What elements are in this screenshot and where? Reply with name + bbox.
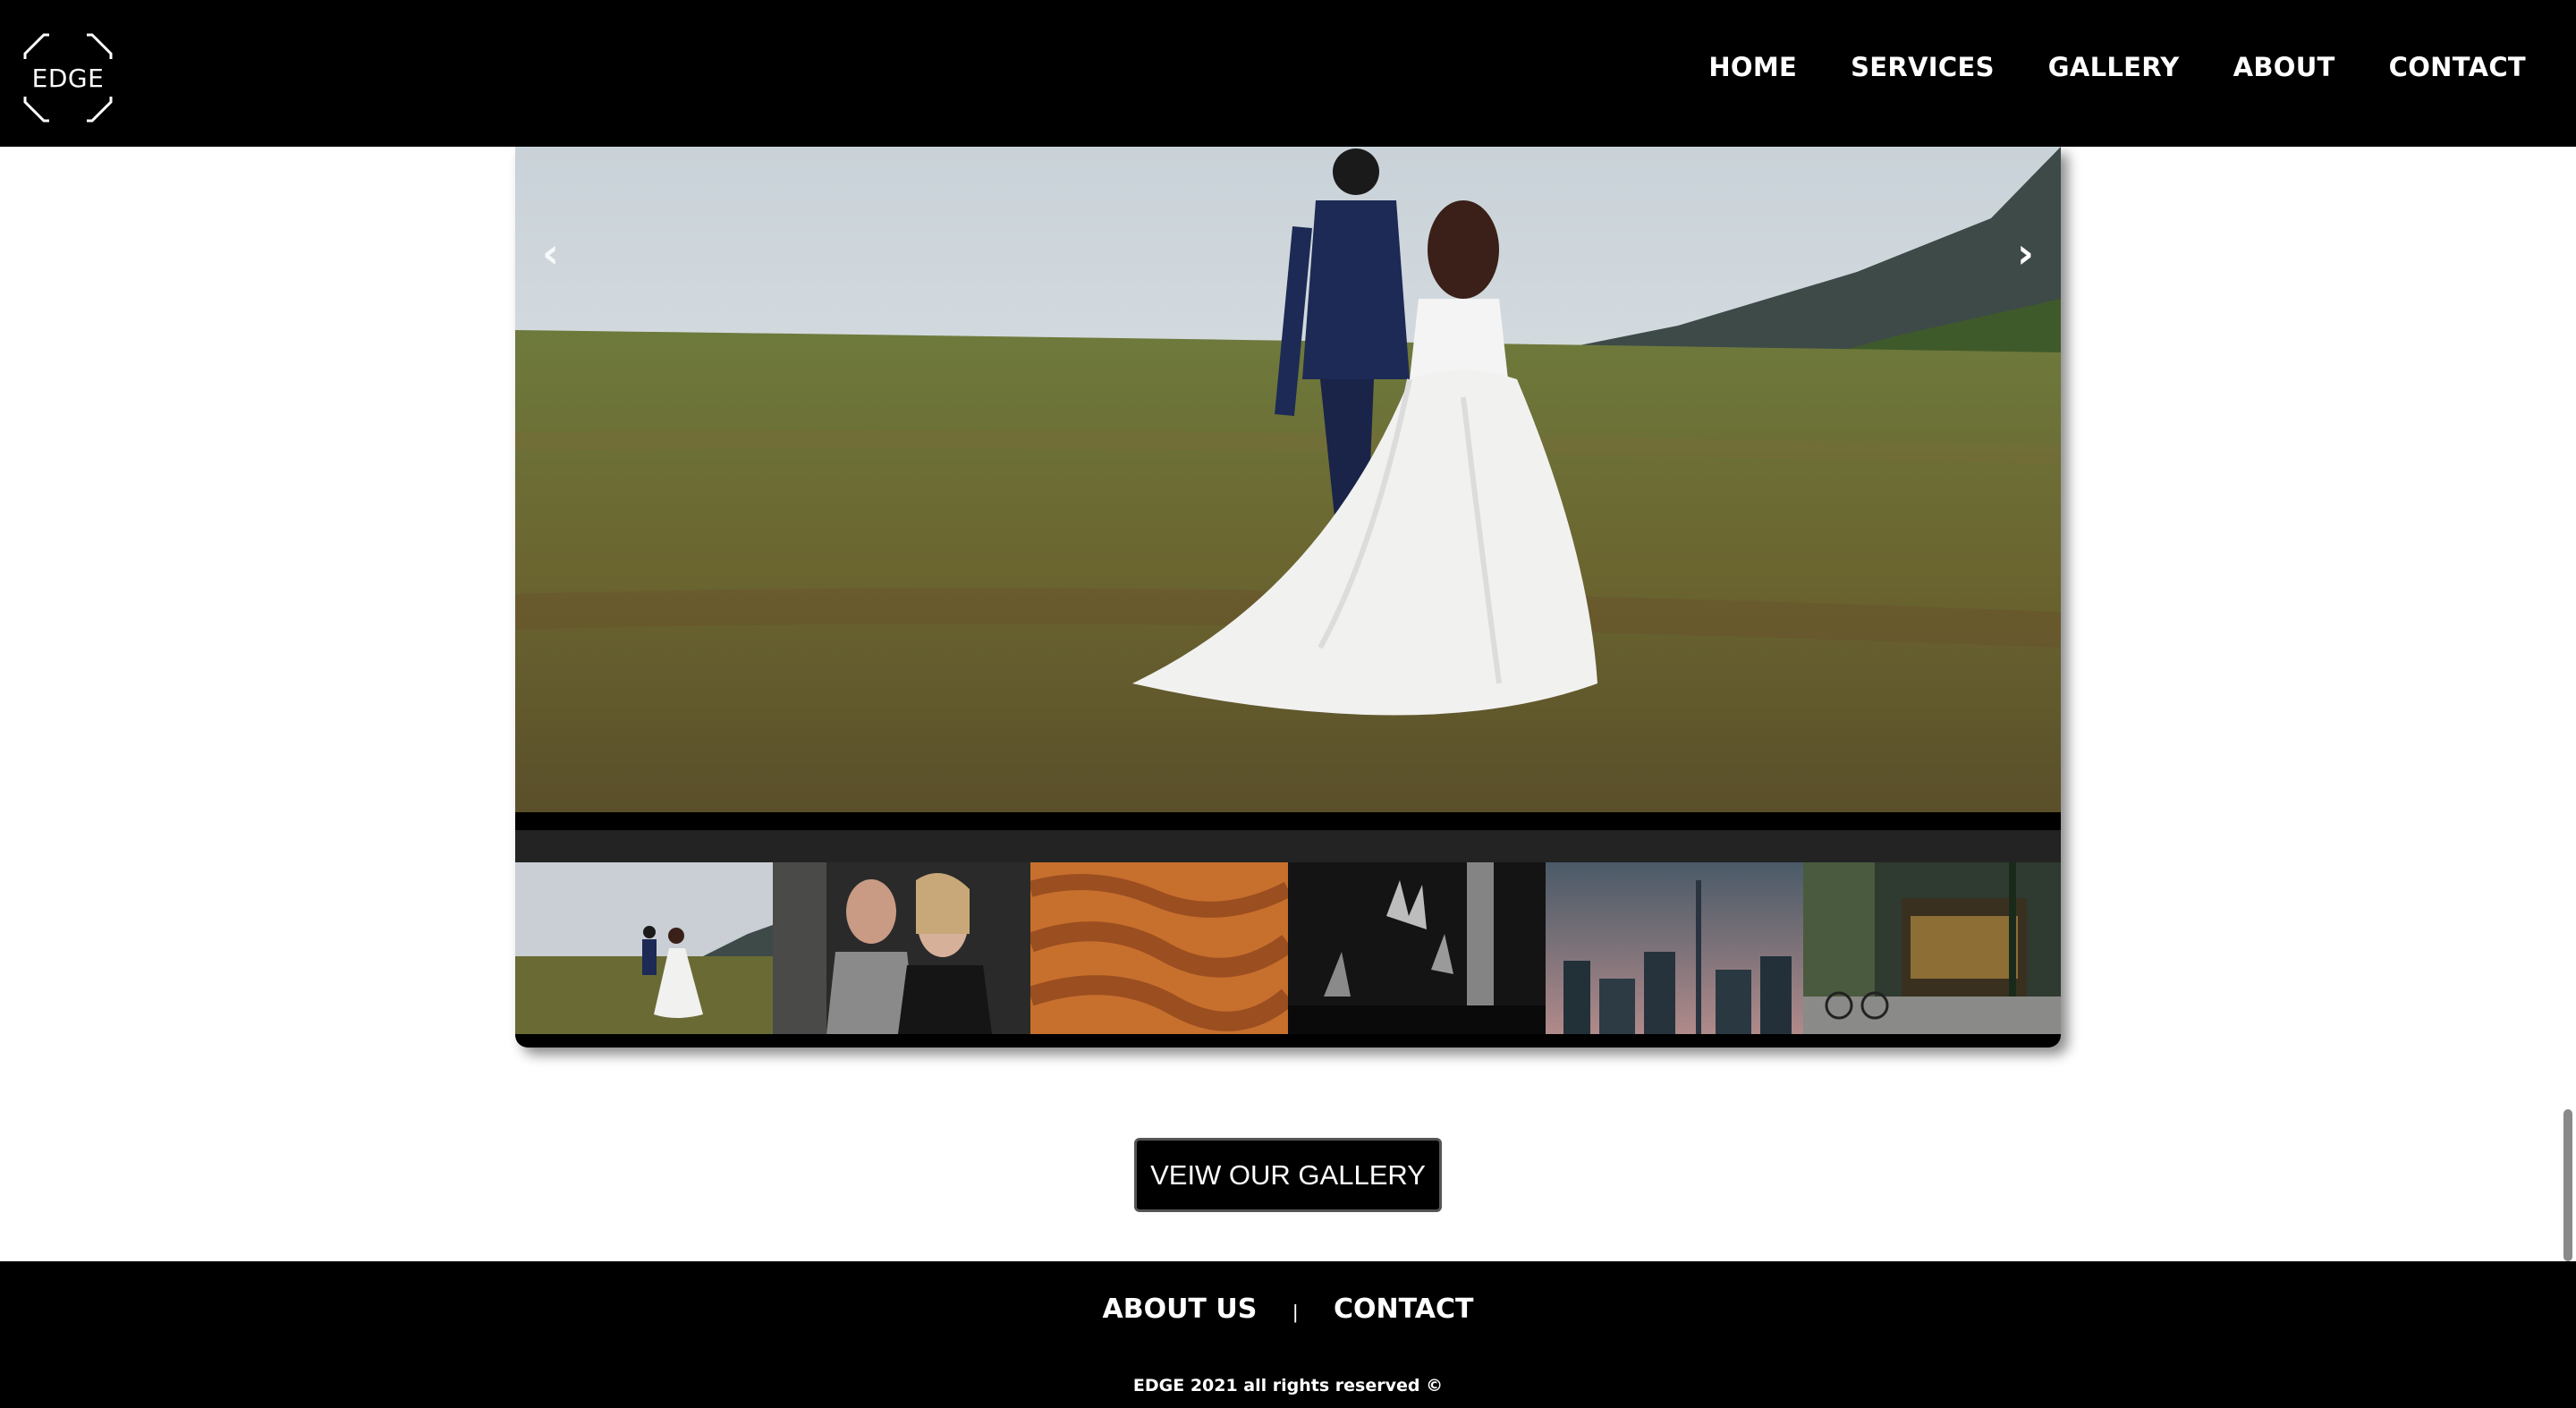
page-scrollbar[interactable] bbox=[2562, 147, 2576, 1261]
slide-image-wedding: ‹ › bbox=[515, 147, 2061, 812]
footer-separator: | bbox=[1292, 1300, 1299, 1323]
thumbnail-wedding[interactable] bbox=[515, 862, 773, 1034]
scrollbar-thumb[interactable] bbox=[2563, 1109, 2572, 1261]
footer-contact-link[interactable]: CONTACT bbox=[1334, 1293, 1473, 1325]
logo[interactable]: EDGE bbox=[22, 32, 114, 123]
footer-links: ABOUT US | CONTACT bbox=[0, 1293, 2576, 1325]
thumbnail-portrait[interactable] bbox=[773, 862, 1030, 1034]
view-gallery-button[interactable]: VEIW OUR GALLERY bbox=[1134, 1138, 1442, 1212]
thumbnail-desert[interactable] bbox=[1030, 862, 1288, 1034]
logo-text: EDGE bbox=[31, 63, 105, 93]
copyright-text: EDGE 2021 all rights reserved © bbox=[1132, 1376, 1444, 1395]
thumbnail-street[interactable] bbox=[1803, 862, 2061, 1034]
site-footer: ABOUT US | CONTACT EDGE 2021 all rights … bbox=[0, 1261, 2576, 1408]
next-arrow-icon[interactable]: › bbox=[2017, 229, 2034, 277]
nav-services[interactable]: SERVICES bbox=[1851, 52, 1995, 82]
site-header: EDGE HOME SERVICES GALLERY ABOUT CONTACT bbox=[0, 0, 2576, 147]
nav-gallery[interactable]: GALLERY bbox=[2048, 52, 2180, 82]
main-nav: HOME SERVICES GALLERY ABOUT CONTACT bbox=[1708, 52, 2526, 82]
footer-about-us-link[interactable]: ABOUT US bbox=[1102, 1293, 1257, 1325]
thumbnail-strip bbox=[515, 862, 2061, 1034]
nav-about[interactable]: ABOUT bbox=[2233, 52, 2335, 82]
prev-arrow-icon[interactable]: ‹ bbox=[542, 229, 559, 277]
gallery-slider: ‹ › bbox=[515, 147, 2061, 1048]
thumbnail-city[interactable] bbox=[1546, 862, 1803, 1034]
caption-bar bbox=[515, 812, 2061, 830]
nav-contact[interactable]: CONTACT bbox=[2389, 52, 2526, 82]
thumbnail-concert[interactable] bbox=[1288, 862, 1546, 1034]
nav-home[interactable]: HOME bbox=[1708, 52, 1797, 82]
